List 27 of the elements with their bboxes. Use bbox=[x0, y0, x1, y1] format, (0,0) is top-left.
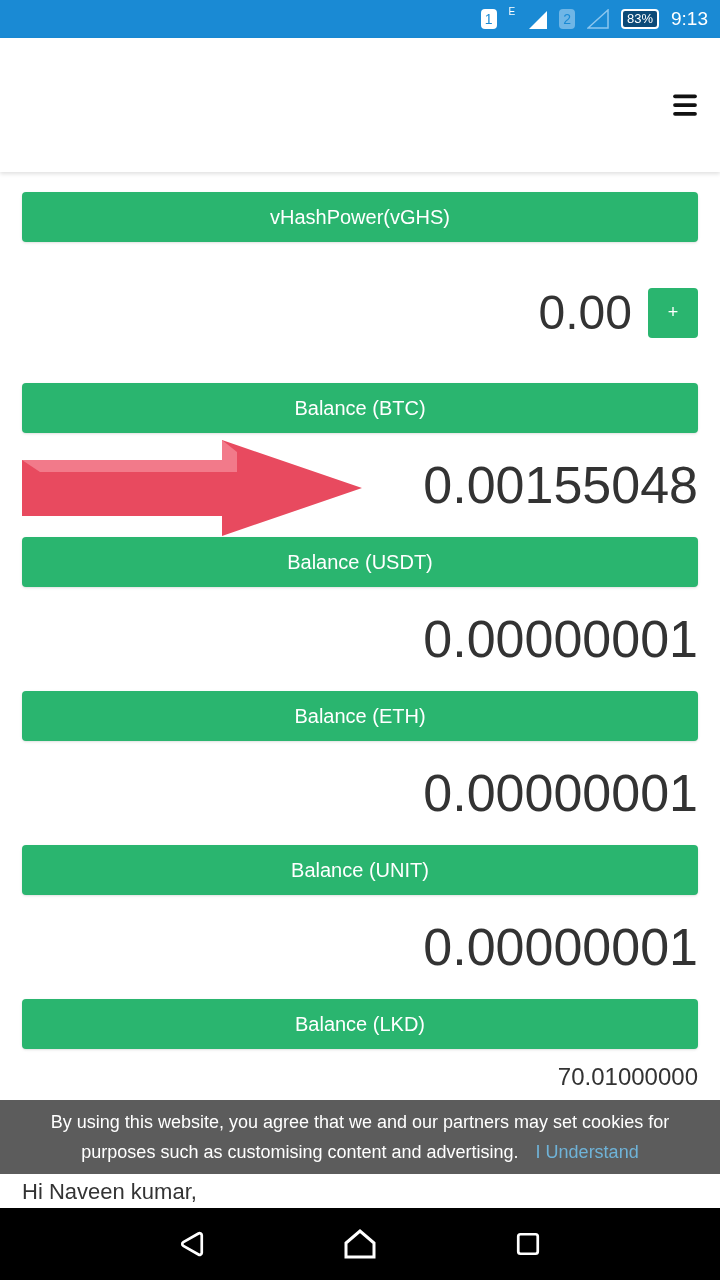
back-icon[interactable] bbox=[179, 1231, 206, 1257]
sim-indicator: 1 bbox=[480, 9, 497, 29]
greeting: Hi Naveen kumar, bbox=[22, 1179, 197, 1205]
add-button[interactable]: + bbox=[648, 287, 698, 338]
section-button[interactable]: Balance (ETH) bbox=[22, 691, 698, 741]
arrow-icon bbox=[22, 440, 362, 536]
balance-value: 0.00000001 bbox=[423, 609, 698, 670]
understand-link[interactable]: I Understand bbox=[535, 1142, 639, 1162]
section-button[interactable]: Balance (USDT) bbox=[22, 537, 698, 587]
balance-value: 0.00 bbox=[538, 284, 632, 341]
battery-indicator: 83% bbox=[621, 9, 659, 29]
balance-value: 70.01000000 bbox=[557, 1062, 698, 1092]
section-button[interactable]: Balance (LKD) bbox=[22, 999, 698, 1049]
sim-indicator: 2 bbox=[559, 9, 575, 29]
balance-value: 0.00000001 bbox=[423, 763, 698, 824]
network-type: E bbox=[508, 5, 516, 19]
home-icon[interactable] bbox=[344, 1229, 376, 1259]
signal-icon bbox=[587, 9, 609, 29]
balance-value: 0.00000001 bbox=[423, 917, 698, 978]
balance-value: 0.00155048 bbox=[423, 455, 698, 516]
time: 9:13 bbox=[671, 6, 708, 31]
recents-icon[interactable] bbox=[514, 1231, 541, 1257]
cookie-message: By using this website, you agree that we and our partners may set cookies for purposes such as customising content and advertising. I Understand bbox=[49, 1111, 671, 1164]
section-button[interactable]: Balance (UNIT) bbox=[22, 845, 698, 895]
section-button[interactable]: Balance (BTC) bbox=[22, 383, 698, 433]
signal-icon bbox=[527, 9, 548, 29]
section-button[interactable]: vHashPower(vGHS) bbox=[22, 192, 698, 242]
